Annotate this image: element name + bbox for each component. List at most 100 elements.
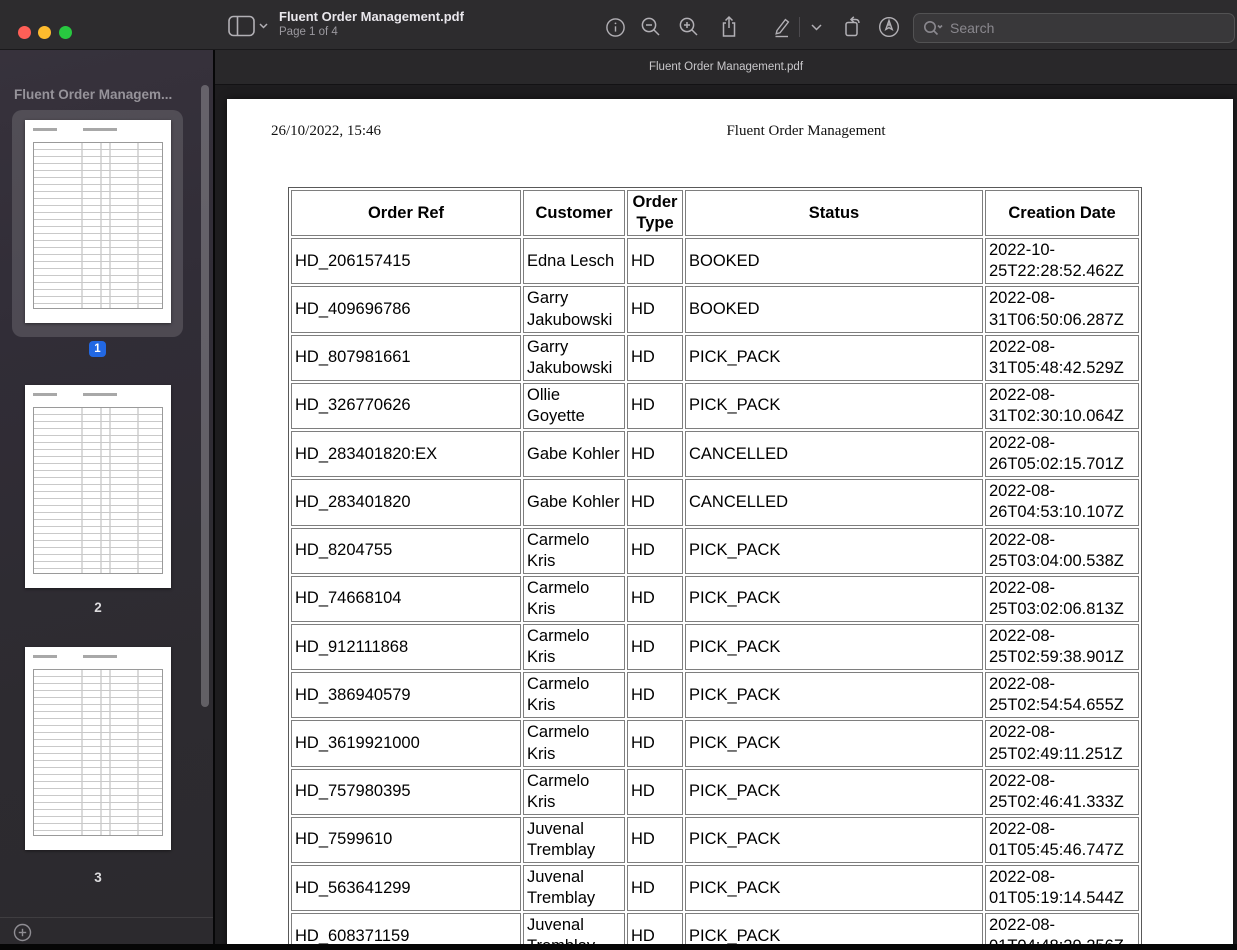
cell-customer: Gabe Kohler (523, 479, 625, 525)
order-table-body: HD_206157415 Edna Lesch HD BOOKED 2022-1… (291, 238, 1139, 950)
page-thumbnail-3[interactable] (25, 647, 171, 850)
table-row: HD_409696786 Garry Jakubowski HD BOOKED … (291, 286, 1139, 332)
table-row: HD_283401820 Gabe Kohler HD CANCELLED 20… (291, 479, 1139, 525)
cell-customer: Carmelo Kris (523, 672, 625, 718)
cell-creation-date: 2022-08-25T02:59:38.901Z (985, 624, 1139, 670)
minimize-button[interactable] (38, 26, 51, 39)
toolbar-divider (799, 17, 800, 37)
cell-order-ref: HD_74668104 (291, 576, 521, 622)
thumbnail-header-mark (33, 393, 57, 396)
cell-status: PICK_PACK (685, 335, 983, 381)
zoom-in-icon (678, 16, 700, 38)
pdf-page-1: 26/10/2022, 15:46 Fluent Order Managemen… (227, 99, 1233, 950)
table-row: HD_206157415 Edna Lesch HD BOOKED 2022-1… (291, 238, 1139, 284)
filename-bar-label: Fluent Order Management.pdf (649, 61, 803, 73)
cell-customer: Carmelo Kris (523, 769, 625, 815)
order-table: Order Ref Customer Order Type Status Cre… (288, 187, 1142, 950)
chevron-down-icon (811, 24, 822, 31)
cell-order-ref: HD_386940579 (291, 672, 521, 718)
cell-customer: Carmelo Kris (523, 720, 625, 766)
screen-bottom-edge (0, 944, 1237, 950)
thumbnail-header-mark (83, 393, 117, 396)
thumbnail-header-mark (83, 128, 117, 131)
cell-customer: Garry Jakubowski (523, 335, 625, 381)
cell-status: PICK_PACK (685, 383, 983, 429)
fill-and-sign-button[interactable] (875, 14, 903, 40)
cell-order-ref: HD_326770626 (291, 383, 521, 429)
cell-order-ref: HD_807981661 (291, 335, 521, 381)
cell-order-type: HD (627, 865, 683, 911)
col-header-order-ref: Order Ref (291, 190, 521, 236)
cell-order-ref: HD_563641299 (291, 865, 521, 911)
rotate-button[interactable] (839, 14, 867, 40)
zoom-out-icon (640, 16, 662, 38)
table-row: HD_563641299 Juvenal Tremblay HD PICK_PA… (291, 865, 1139, 911)
sidebar-main-divider (213, 50, 215, 950)
search-input[interactable] (950, 20, 1190, 36)
thumbnail-table-sketch (33, 142, 163, 309)
page-number-label: 2 (25, 600, 171, 615)
cell-order-type: HD (627, 528, 683, 574)
cell-order-type: HD (627, 286, 683, 332)
cell-creation-date: 2022-08-25T03:04:00.538Z (985, 528, 1139, 574)
page-thumbnail-1[interactable] (25, 120, 171, 323)
cell-order-type: HD (627, 335, 683, 381)
cell-status: PICK_PACK (685, 624, 983, 670)
cell-order-ref: HD_283401820:EX (291, 431, 521, 477)
cell-status: BOOKED (685, 286, 983, 332)
cell-customer: Juvenal Tremblay (523, 817, 625, 863)
cell-creation-date: 2022-08-31T05:48:42.529Z (985, 335, 1139, 381)
cell-customer: Carmelo Kris (523, 528, 625, 574)
markup-button[interactable] (767, 14, 795, 40)
cell-order-ref: HD_757980395 (291, 769, 521, 815)
zoom-in-button[interactable] (675, 14, 703, 40)
col-header-creation-date: Creation Date (985, 190, 1139, 236)
window-titlebar: Fluent Order Management.pdf Page 1 of 4 (0, 0, 1237, 50)
cell-order-ref: HD_206157415 (291, 238, 521, 284)
cell-order-type: HD (627, 479, 683, 525)
col-header-order-type: Order Type (627, 190, 683, 236)
page-number-badge: 1 (89, 341, 106, 357)
table-row: HD_8204755 Carmelo Kris HD PICK_PACK 202… (291, 528, 1139, 574)
add-page-button[interactable] (13, 923, 32, 942)
thumbnail-table-sketch (33, 407, 163, 574)
app-window: Fluent Order Management.pdf Page 1 of 4 (0, 0, 1237, 950)
cell-creation-date: 2022-08-01T05:19:14.544Z (985, 865, 1139, 911)
cell-status: BOOKED (685, 238, 983, 284)
cell-customer: Gabe Kohler (523, 431, 625, 477)
markup-dropdown-button[interactable] (805, 14, 827, 40)
cell-status: PICK_PACK (685, 720, 983, 766)
cell-order-type: HD (627, 576, 683, 622)
zoom-out-button[interactable] (637, 14, 665, 40)
markup-pencil-icon (770, 15, 792, 39)
page-thumbnail-2[interactable] (25, 385, 171, 588)
search-field[interactable] (913, 13, 1235, 43)
cell-order-type: HD (627, 720, 683, 766)
cell-creation-date: 2022-08-01T05:45:46.747Z (985, 817, 1139, 863)
table-row: HD_3619921000 Carmelo Kris HD PICK_PACK … (291, 720, 1139, 766)
table-row: HD_757980395 Carmelo Kris HD PICK_PACK 2… (291, 769, 1139, 815)
table-row: HD_283401820:EX Gabe Kohler HD CANCELLED… (291, 431, 1139, 477)
sidebar-document-title: Fluent Order Managem... (14, 87, 202, 102)
cell-status: CANCELLED (685, 431, 983, 477)
sidebar-bottom-divider (0, 917, 213, 918)
thumbnail-header-mark (33, 128, 57, 131)
cell-order-ref: HD_8204755 (291, 528, 521, 574)
sidebar-scrollbar[interactable] (201, 85, 209, 707)
thumbnail-header-mark (33, 655, 57, 658)
window-title: Fluent Order Management.pdf (279, 8, 464, 25)
cell-order-type: HD (627, 431, 683, 477)
plus-circle-icon (13, 923, 32, 942)
zoom-window-button[interactable] (59, 26, 72, 39)
print-header-datetime: 26/10/2022, 15:46 (271, 123, 381, 140)
cell-status: PICK_PACK (685, 576, 983, 622)
info-button[interactable] (601, 14, 629, 40)
share-icon (718, 15, 740, 39)
cell-status: PICK_PACK (685, 817, 983, 863)
close-button[interactable] (18, 26, 31, 39)
share-button[interactable] (715, 14, 743, 40)
cell-creation-date: 2022-08-25T02:46:41.333Z (985, 769, 1139, 815)
cell-customer: Edna Lesch (523, 238, 625, 284)
sidebar-toggle-button[interactable] (228, 15, 270, 37)
pdf-viewport[interactable]: 26/10/2022, 15:46 Fluent Order Managemen… (215, 85, 1237, 950)
